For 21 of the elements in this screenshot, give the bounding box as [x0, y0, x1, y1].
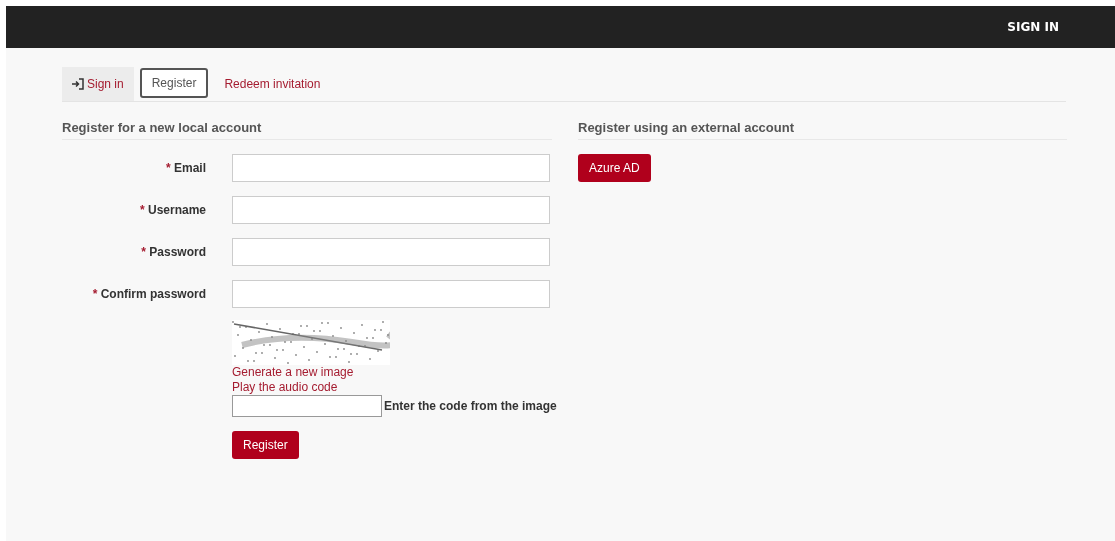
provider-button[interactable]: Azure AD	[578, 154, 651, 182]
captcha-code-label: Enter the code from the image	[384, 399, 557, 413]
captcha-link[interactable]: Play the audio code	[232, 380, 338, 395]
register-button[interactable]: Register	[232, 431, 299, 459]
input-field[interactable]	[232, 154, 550, 182]
sign-in-link[interactable]: SIGN IN	[1007, 20, 1059, 34]
tab[interactable]: Redeem invitation	[214, 67, 331, 101]
field-label: * Email	[164, 161, 206, 175]
captcha-code-field[interactable]	[232, 395, 382, 417]
section-heading: Register for a new local account	[62, 120, 552, 140]
input-field[interactable]	[232, 280, 550, 308]
captcha-link[interactable]: Generate a new image	[232, 365, 354, 380]
sign-in-icon	[72, 78, 84, 90]
field-label: * Password	[140, 245, 206, 259]
field-label: * Confirm password	[91, 287, 206, 301]
tab[interactable]: Register	[139, 68, 209, 98]
field-label: * Username	[138, 203, 206, 217]
input-field[interactable]	[232, 196, 550, 224]
section-heading: Register using an external account	[578, 120, 1067, 140]
input-field[interactable]	[232, 238, 550, 266]
tab[interactable]: Sign in	[62, 67, 134, 101]
